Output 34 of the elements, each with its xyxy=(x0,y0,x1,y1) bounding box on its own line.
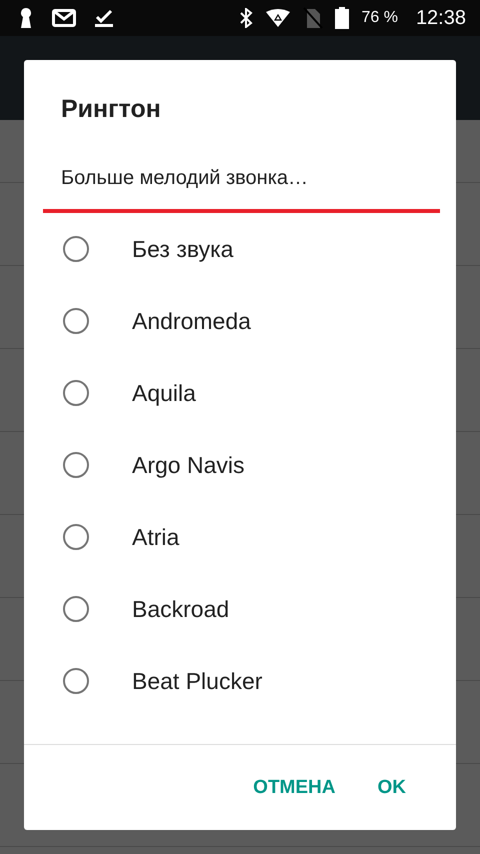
radio-button[interactable] xyxy=(63,596,89,622)
ringtone-option[interactable]: Argo Navis xyxy=(24,429,456,501)
ringtone-option[interactable]: Atria xyxy=(24,501,456,573)
ringtone-label: Andromeda xyxy=(132,308,251,334)
ringtone-option[interactable]: Aquila xyxy=(24,357,456,429)
no-sim-icon xyxy=(303,7,324,29)
ringtone-label: Atria xyxy=(132,524,180,550)
ringtone-label: Beat Plucker xyxy=(132,668,262,694)
ringtone-option[interactable]: Beat Plucker xyxy=(24,645,456,717)
dialog-title: Рингтон xyxy=(60,94,162,125)
radio-button[interactable] xyxy=(63,236,89,262)
radio-button[interactable] xyxy=(63,452,89,478)
download-done-icon xyxy=(94,8,114,28)
radio-button[interactable] xyxy=(63,308,89,334)
clock: 12:38 xyxy=(416,6,466,30)
ok-button[interactable]: OK xyxy=(368,768,416,806)
ringtone-option[interactable]: Andromeda xyxy=(24,285,456,357)
radio-button[interactable] xyxy=(63,524,89,550)
battery-percent: 76 % xyxy=(361,9,398,27)
wifi-icon xyxy=(265,9,292,27)
more-ringtones-link[interactable]: Больше мелодий звонка… xyxy=(43,145,440,213)
battery-icon xyxy=(335,7,350,29)
ringtone-label: Aquila xyxy=(132,380,196,406)
cancel-button[interactable]: ОТМЕНА xyxy=(243,768,346,806)
radio-button[interactable] xyxy=(63,380,89,406)
ringtone-option[interactable]: Backroad xyxy=(24,573,456,645)
ringtone-label: Без звука xyxy=(132,236,234,262)
radio-button[interactable] xyxy=(63,668,89,694)
ringtone-label: Argo Navis xyxy=(132,452,244,478)
keyhole-icon xyxy=(18,7,34,29)
mail-icon xyxy=(52,9,76,27)
bluetooth-icon xyxy=(239,8,254,28)
ringtone-option[interactable]: Без звука xyxy=(24,213,456,285)
ringtone-label: Backroad xyxy=(132,596,230,622)
